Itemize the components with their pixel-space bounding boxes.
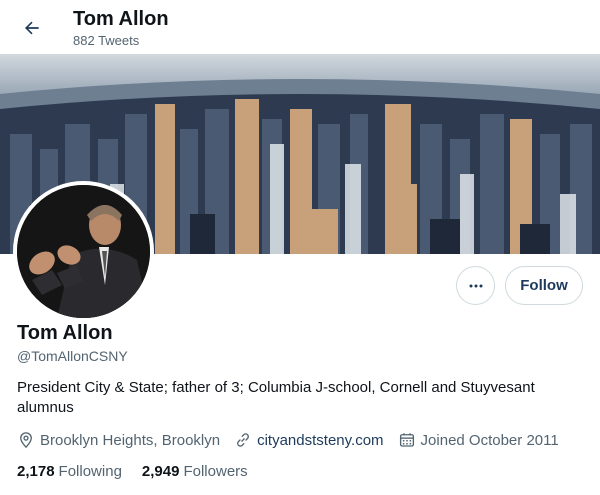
joined-item: Joined October 2011 [398, 431, 559, 449]
more-horizontal-icon [469, 284, 482, 287]
following-link[interactable]: 2,178 Following [17, 463, 122, 480]
followers-count: 2,949 [141, 463, 180, 480]
follow-stats: 2,178 Following 2,949 Followers [17, 463, 268, 480]
profile-bio: President City & State; father of 3; Col… [17, 379, 535, 416]
followers-label: Followers [183, 463, 248, 480]
profile-header: Tom Allon 882 Tweets [0, 0, 600, 54]
following-label: Following [58, 463, 122, 480]
website-item[interactable]: cityandststeny.com [234, 431, 384, 449]
link-icon [237, 433, 250, 447]
display-name: Tom Allon [17, 322, 113, 344]
avatar[interactable] [13, 181, 154, 322]
header-title: Tom Allon [73, 8, 169, 30]
back-button[interactable] [14, 10, 50, 46]
followers-link[interactable]: 2,949 Followers [142, 463, 248, 480]
more-options-button[interactable] [456, 266, 495, 305]
website-link[interactable]: cityandststeny.com [257, 432, 383, 449]
location-pin-icon [20, 432, 32, 449]
joined-text: Joined October 2011 [420, 431, 559, 449]
arrow-left-icon [25, 21, 39, 35]
location-text: Brooklyn Heights, Brooklyn [40, 431, 221, 449]
following-count: 2,178 [17, 463, 55, 480]
location-item: Brooklyn Heights, Brooklyn [17, 431, 220, 449]
tweet-count: 882 Tweets [73, 33, 140, 48]
profile-meta: Brooklyn Heights, Brooklyn cityandststen… [17, 430, 573, 450]
follow-button[interactable]: Follow [505, 266, 583, 305]
user-handle: @TomAllonCSNY [17, 348, 128, 364]
avatar-photo [17, 185, 150, 318]
calendar-icon [399, 433, 414, 447]
